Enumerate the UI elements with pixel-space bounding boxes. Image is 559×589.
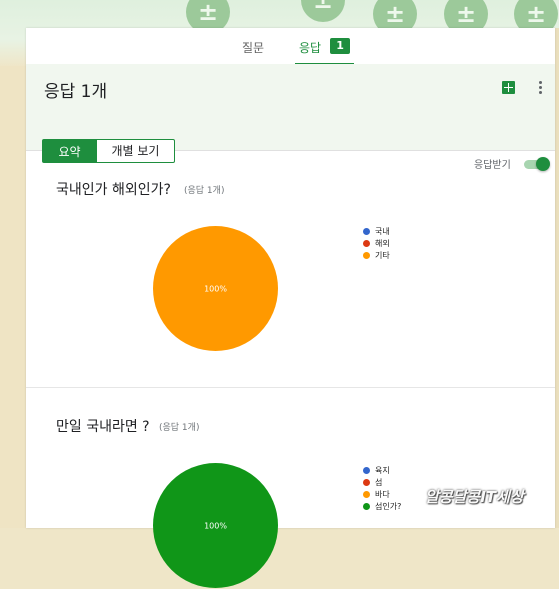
chart-legend: 육지섬바다섬인가? — [363, 464, 401, 512]
question-title: 만일 국내라면 ? — [56, 419, 150, 435]
legend-swatch — [363, 227, 370, 235]
pie-chart: 100% — [153, 463, 278, 588]
form-card: 질문 응답 1 응답 1개 요약 개별 보기 응답받기 국내인가 해외인가? (… — [26, 28, 555, 588]
legend-item: 섬인가? — [363, 500, 401, 512]
tab-questions[interactable]: 질문 — [242, 39, 264, 56]
tab-responses-label: 응답 — [299, 41, 322, 55]
pie-slice-label: 100% — [204, 522, 227, 531]
legend-label: 국내 — [375, 226, 390, 236]
chart-legend: 국내해외기타 — [363, 225, 390, 261]
leaf-decoration-icon: ± — [301, 0, 345, 22]
legend-label: 해외 — [375, 238, 390, 248]
question-card: 국내인가 해외인가? (응답 1개) 100% 국내해외기타 — [26, 151, 555, 388]
legend-label: 섬 — [375, 477, 383, 487]
page-background — [0, 66, 26, 528]
question-response-count: (응답 1개) — [184, 186, 225, 196]
pie-slice-label: 100% — [204, 285, 227, 294]
watermark-text: 알콩달콩IT세상 — [425, 488, 524, 506]
pie-chart: 100% — [153, 226, 278, 351]
question-title: 국내인가 해외인가? — [56, 182, 171, 198]
legend-swatch — [363, 478, 370, 486]
more-vert-icon[interactable] — [532, 77, 548, 97]
response-count-badge: 1 — [330, 38, 351, 54]
legend-item: 기타 — [363, 249, 390, 261]
responses-header: 응답 1개 요약 개별 보기 응답받기 — [26, 64, 555, 171]
legend-item: 육지 — [363, 464, 401, 476]
responses-title: 응답 1개 — [44, 82, 108, 102]
legend-swatch — [363, 466, 370, 474]
legend-swatch — [363, 251, 370, 259]
question-card: 만일 국내라면 ? (응답 1개) 100% 육지섬바다섬인가? — [26, 388, 555, 588]
sheets-icon[interactable] — [502, 81, 515, 94]
tab-bar: 질문 응답 1 — [26, 28, 555, 66]
legend-swatch — [363, 502, 370, 510]
page-background — [555, 28, 559, 528]
legend-label: 섬인가? — [375, 501, 402, 511]
question-response-count: (응답 1개) — [159, 423, 200, 433]
legend-item: 바다 — [363, 488, 401, 500]
legend-item: 국내 — [363, 225, 390, 237]
legend-item: 섬 — [363, 476, 401, 488]
legend-swatch — [363, 490, 370, 498]
legend-label: 육지 — [375, 465, 390, 475]
tab-responses[interactable]: 응답 1 — [295, 36, 355, 66]
legend-item: 해외 — [363, 237, 390, 249]
legend-label: 기타 — [375, 250, 390, 260]
legend-swatch — [363, 239, 370, 247]
legend-label: 바다 — [375, 489, 390, 499]
